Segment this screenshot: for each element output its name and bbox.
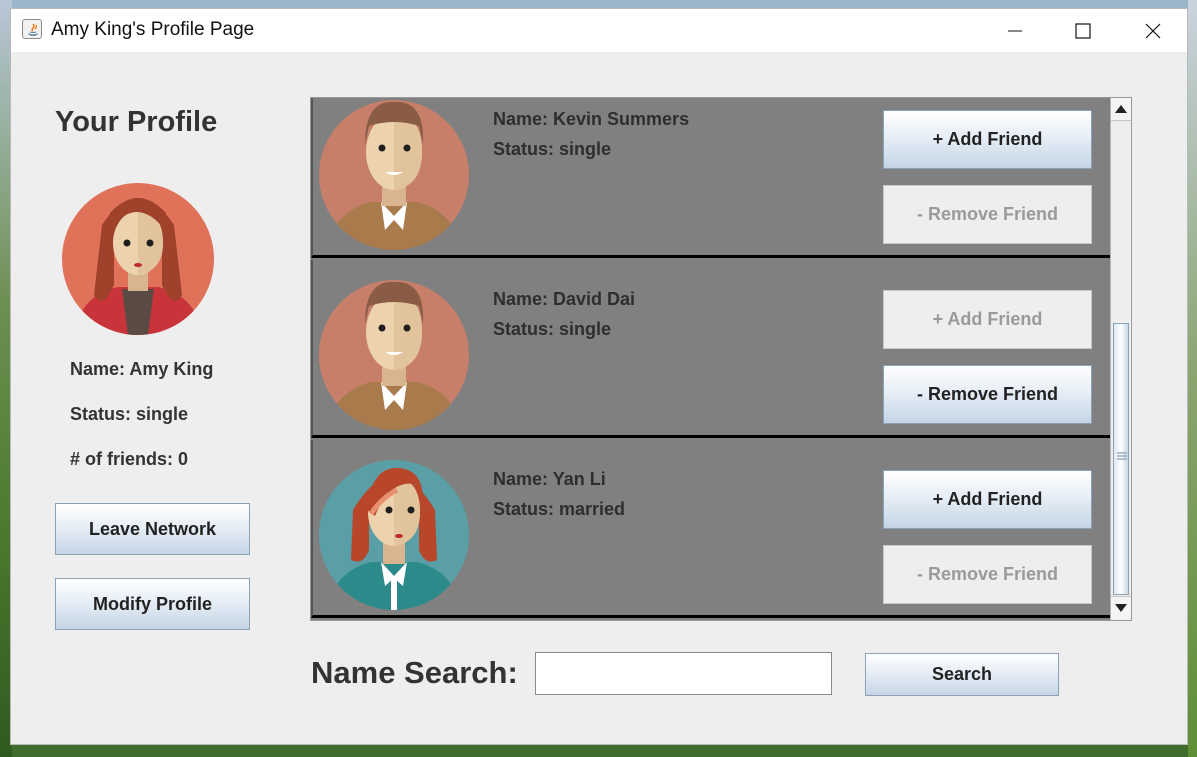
minimize-icon [1008, 30, 1022, 32]
male-avatar [319, 280, 469, 430]
male-avatar [319, 100, 469, 250]
window-title: Amy King's Profile Page [51, 19, 255, 40]
modify-profile-button[interactable]: Modify Profile [55, 578, 250, 630]
search-button[interactable]: Search [865, 653, 1059, 696]
remove-friend-button[interactable]: - Remove Friend [883, 365, 1092, 424]
java-icon [22, 19, 42, 39]
friend-name: Name: Kevin Summers [493, 109, 690, 129]
friend-name: Name: Yan Li [493, 469, 606, 489]
add-friend-button[interactable]: + Add Friend [883, 290, 1092, 349]
leave-network-button[interactable]: Leave Network [55, 503, 250, 555]
friend-card: Name: Yan Li Status: married + Add Frien… [311, 440, 1111, 618]
remove-friend-button[interactable]: - Remove Friend [883, 545, 1092, 604]
friend-list: Name: Kevin Summers Status: single + Add… [311, 98, 1111, 620]
vertical-scrollbar[interactable] [1110, 98, 1131, 620]
close-button[interactable] [1119, 9, 1187, 52]
friend-name: Name: David Dai [493, 289, 636, 309]
scroll-up-arrow-icon [1115, 105, 1127, 113]
grip-icon [1117, 452, 1127, 460]
close-icon [1145, 23, 1161, 39]
friend-status: Status: married [493, 499, 626, 519]
name-search-label: Name Search: [311, 655, 518, 690]
friend-status: Status: single [493, 319, 612, 339]
app-window: Amy King's Profile Page Your Profile Nam… [10, 8, 1188, 745]
scroll-down-button[interactable] [1111, 596, 1131, 619]
minimize-button[interactable] [981, 9, 1049, 52]
name-search-input[interactable] [535, 652, 832, 695]
scroll-down-arrow-icon [1115, 604, 1127, 612]
add-friend-button[interactable]: + Add Friend [883, 470, 1092, 529]
friend-card: Name: Kevin Summers Status: single + Add… [311, 98, 1111, 258]
title-bar: Amy King's Profile Page [11, 9, 1187, 52]
profile-status: Status: single [70, 404, 189, 424]
friend-status: Status: single [493, 139, 612, 159]
profile-name: Name: Amy King [70, 359, 214, 379]
desktop-background-right [1188, 0, 1197, 757]
profile-avatar [62, 183, 214, 335]
maximize-button[interactable] [1049, 9, 1117, 52]
scrollbar-thumb[interactable] [1113, 323, 1129, 595]
page-title: Your Profile [55, 106, 218, 138]
remove-friend-button[interactable]: - Remove Friend [883, 185, 1092, 244]
friend-list-scrollpane[interactable]: Name: Kevin Summers Status: single + Add… [310, 97, 1132, 621]
maximize-icon [1075, 23, 1091, 39]
friend-card: Name: David Dai Status: single + Add Fri… [311, 260, 1111, 438]
female-avatar [319, 460, 469, 610]
scroll-up-button[interactable] [1111, 98, 1131, 121]
add-friend-button[interactable]: + Add Friend [883, 110, 1092, 169]
profile-friend-count: # of friends: 0 [70, 449, 189, 469]
